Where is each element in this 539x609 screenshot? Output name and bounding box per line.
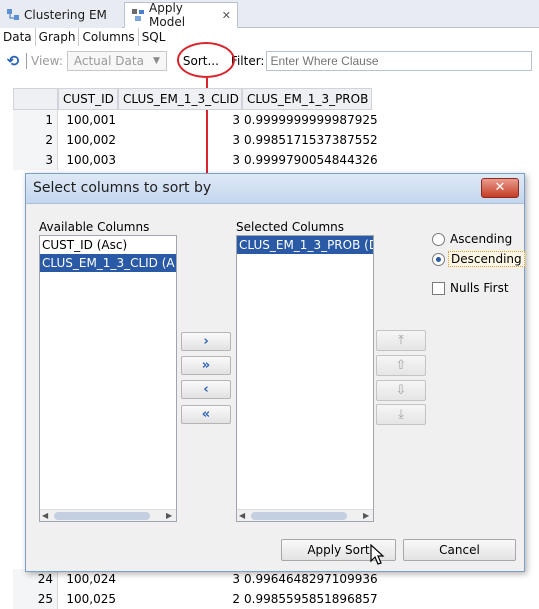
- move-to-top-button[interactable]: ⤒: [376, 330, 426, 351]
- column-header-cust-id[interactable]: CUST_ID: [58, 88, 118, 110]
- selected-columns-label: Selected Columns: [236, 220, 345, 234]
- grid-corner-header: [13, 88, 58, 110]
- cell-cust-id[interactable]: 100,024: [58, 569, 118, 589]
- cell-prob[interactable]: 0.9985595851896857: [242, 589, 378, 609]
- cancel-button[interactable]: Cancel: [403, 539, 516, 561]
- filter-label: Filter:: [230, 54, 265, 68]
- descending-label[interactable]: Descending: [448, 251, 525, 267]
- cell-prob[interactable]: 0.9999790054844326: [242, 150, 378, 170]
- column-header-clid[interactable]: CLUS_EM_1_3_CLID: [118, 88, 242, 110]
- scroll-right-icon[interactable]: ▶: [166, 510, 172, 521]
- column-header-prob[interactable]: CLUS_EM_1_3_PROB: [242, 88, 372, 110]
- refresh-icon[interactable]: ⟲: [4, 52, 22, 70]
- nulls-first-label[interactable]: Nulls First: [450, 281, 509, 295]
- subtab-graph[interactable]: Graph: [36, 28, 80, 46]
- toolbar-separator: [26, 53, 27, 69]
- move-right-button[interactable]: ›: [181, 332, 231, 351]
- selected-columns-list[interactable]: CLUS_EM_1_3_PROB (D ◀ ▶: [236, 235, 374, 522]
- mouse-cursor-icon: [370, 544, 385, 565]
- row-number: 24: [13, 569, 58, 589]
- tab-clustering-em[interactable]: Clustering EM: [0, 2, 122, 28]
- view-label: View:: [31, 54, 63, 68]
- row-number: 2: [13, 130, 58, 150]
- row-number: 1: [13, 110, 58, 130]
- view-subtabs: Data Graph Columns SQL: [0, 28, 539, 46]
- scroll-right-icon[interactable]: ▶: [363, 510, 369, 521]
- scroll-left-icon[interactable]: ◀: [42, 510, 48, 521]
- cell-prob[interactable]: 0.9999999999987925: [242, 110, 378, 130]
- available-columns-label: Available Columns: [39, 220, 150, 234]
- cell-prob[interactable]: 0.9985171537387552: [242, 130, 378, 150]
- tab-label: Clustering EM: [24, 8, 107, 22]
- cell-clid[interactable]: 3: [118, 150, 242, 170]
- apply-model-icon: [132, 9, 144, 21]
- horizontal-scrollbar[interactable]: ◀ ▶: [40, 509, 176, 521]
- subtab-columns[interactable]: Columns: [79, 28, 139, 46]
- scroll-thumb[interactable]: [54, 512, 150, 520]
- editor-tab-strip: Clustering EM Apply Model ✕: [0, 0, 539, 29]
- dialog-close-button[interactable]: ✕: [481, 178, 519, 198]
- chevron-down-icon: ▼: [152, 56, 160, 66]
- list-item[interactable]: CLUS_EM_1_3_PROB (D: [237, 236, 373, 254]
- row-number: 25: [13, 589, 58, 609]
- nulls-first-checkbox[interactable]: [432, 282, 445, 295]
- scroll-thumb[interactable]: [251, 512, 347, 520]
- view-select[interactable]: Actual Data ▼: [66, 51, 167, 71]
- subtab-sql[interactable]: SQL: [139, 28, 169, 46]
- tab-label: Apply Model: [149, 1, 186, 29]
- filter-input[interactable]: [266, 51, 533, 71]
- move-to-bottom-button[interactable]: ⤓: [376, 404, 426, 425]
- data-toolbar: ⟲ View: Actual Data ▼ Sort... Filter:: [0, 48, 539, 74]
- sort-dialog: Select columns to sort by ✕ Available Co…: [25, 173, 525, 572]
- cell-clid[interactable]: 2: [118, 589, 242, 609]
- move-all-left-button[interactable]: «: [181, 405, 231, 424]
- list-item[interactable]: CUST_ID (Asc): [40, 236, 176, 254]
- cell-cust-id[interactable]: 100,003: [58, 150, 118, 170]
- cell-cust-id[interactable]: 100,025: [58, 589, 118, 609]
- available-columns-list[interactable]: CUST_ID (Asc) CLUS_EM_1_3_CLID (A ◀ ▶: [39, 235, 177, 522]
- row-number: 3: [13, 150, 58, 170]
- cell-cust-id[interactable]: 100,001: [58, 110, 118, 130]
- annotation-ellipse: [177, 42, 235, 78]
- ascending-label[interactable]: Ascending: [450, 232, 512, 246]
- scroll-left-icon[interactable]: ◀: [239, 510, 245, 521]
- subtab-data[interactable]: Data: [0, 28, 36, 46]
- cell-clid[interactable]: 3: [118, 130, 242, 150]
- clustering-icon: [7, 9, 19, 20]
- horizontal-scrollbar[interactable]: ◀ ▶: [237, 509, 373, 521]
- dialog-title: Select columns to sort by: [33, 180, 212, 196]
- cell-cust-id[interactable]: 100,002: [58, 130, 118, 150]
- cell-clid[interactable]: 3: [118, 110, 242, 130]
- move-up-button[interactable]: ⇧: [376, 355, 426, 376]
- list-item[interactable]: CLUS_EM_1_3_CLID (A: [40, 254, 176, 272]
- ascending-radio[interactable]: [432, 233, 445, 246]
- cell-prob[interactable]: 0.9964648297109936: [242, 569, 378, 589]
- view-select-value: Actual Data: [73, 54, 144, 68]
- descending-radio[interactable]: [432, 253, 445, 266]
- cell-clid[interactable]: 3: [118, 569, 242, 589]
- move-down-button[interactable]: ⇩: [376, 380, 426, 401]
- move-left-button[interactable]: ‹: [181, 380, 231, 399]
- tab-apply-model[interactable]: Apply Model ✕: [124, 1, 238, 29]
- dialog-titlebar[interactable]: Select columns to sort by ✕: [26, 174, 524, 204]
- move-all-right-button[interactable]: »: [181, 356, 231, 375]
- close-tab-icon[interactable]: ✕: [222, 9, 231, 22]
